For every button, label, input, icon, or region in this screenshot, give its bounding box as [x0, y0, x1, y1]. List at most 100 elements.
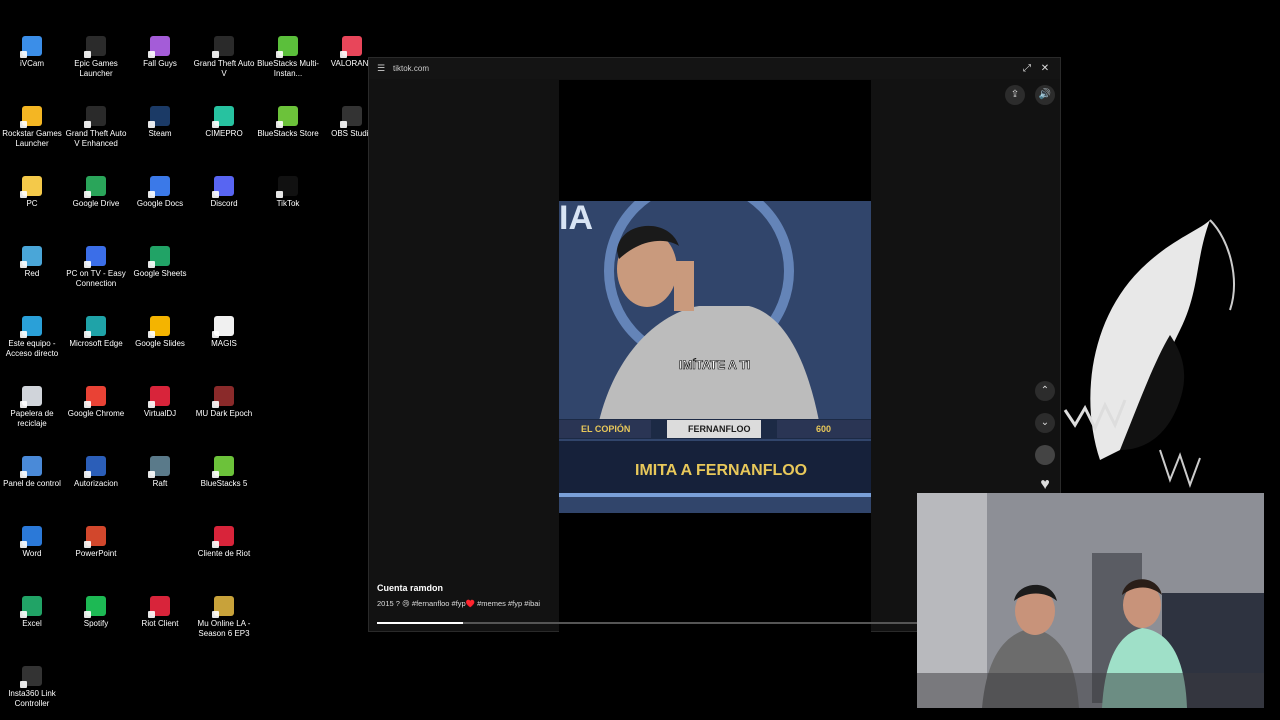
app-icon [84, 176, 106, 198]
desktop-icon-google-chrome[interactable]: Google Chrome [64, 386, 128, 419]
video-progress[interactable] [377, 622, 917, 624]
caption-text: 2015 ? 😢 #fernanfloo #fyp♥️ #memes #fyp … [377, 599, 541, 608]
app-icon [212, 456, 234, 478]
desktop-icon-google-drive[interactable]: Google Drive [64, 176, 128, 209]
desktop-icon-label: Cliente de Riot [197, 549, 251, 558]
desktop-icon-tiktok[interactable]: TikTok [256, 176, 320, 209]
desktop-icon-word[interactable]: Word [0, 526, 64, 559]
desktop-icon-label: Fall Guys [143, 59, 177, 68]
desktop-icon-label: CIMEPRO [205, 129, 243, 138]
app-icon [148, 176, 170, 198]
desktop-icon-riot-client[interactable]: Riot Client [128, 596, 192, 629]
site-settings-icon[interactable]: ☰ [377, 63, 387, 74]
desktop-icon-epic-games-launcher[interactable]: Epic Games Launcher [64, 36, 128, 79]
video-frame: IA EL COPIÓN FERNANFLOO 600 IMITA A FERN… [559, 201, 871, 513]
desktop-icon-label: Este equipo - Acceso directo [5, 339, 59, 358]
desktop-icon-label: Google Docs [136, 199, 184, 208]
desktop-icon-label: BlueStacks Multi-Instan... [257, 59, 319, 78]
share-icon[interactable]: ⇪ [1005, 85, 1025, 105]
desktop-icon-microsoft-edge[interactable]: Microsoft Edge [64, 316, 128, 349]
app-icon [20, 246, 42, 268]
desktop-icon-label: Google Chrome [67, 409, 125, 418]
desktop-icon-pc[interactable]: PC [0, 176, 64, 209]
desktop-icon-ivcam[interactable]: iVCam [0, 36, 64, 69]
caption-username[interactable]: Cuenta ramdon [377, 583, 443, 593]
app-icon [84, 526, 106, 548]
desktop-icon-papelera-de-reciclaje[interactable]: Papelera de reciclaje [0, 386, 64, 429]
desktop-icon-label: Rockstar Games Launcher [2, 129, 62, 148]
window-title: tiktok.com [393, 64, 430, 73]
desktop-icon-google-sheets[interactable]: Google Sheets [128, 246, 192, 279]
desktop-icon-bluestacks-5[interactable]: BlueStacks 5 [192, 456, 256, 489]
video-player[interactable]: IA EL COPIÓN FERNANFLOO 600 IMITA A FERN… [559, 80, 871, 632]
desktop-icon-label: Spotify [83, 619, 109, 628]
app-icon [20, 176, 42, 198]
app-icon [84, 596, 106, 618]
desktop-icon-magis[interactable]: MAGIS [192, 316, 256, 349]
desktop-icon-label: Microsoft Edge [69, 339, 123, 348]
desktop-icon-label: Autorizacion [73, 479, 119, 488]
app-icon [148, 246, 170, 268]
app-icon [212, 106, 234, 128]
desktop-icon-grand-theft-auto-v[interactable]: Grand Theft Auto V [192, 36, 256, 79]
desktop-icon-powerpoint[interactable]: PowerPoint [64, 526, 128, 559]
desktop-icon-discord[interactable]: Discord [192, 176, 256, 209]
video-progress-fill [377, 622, 464, 624]
desktop-icon-label: Raft [152, 479, 168, 488]
app-icon [20, 666, 42, 688]
desktop-icon-panel-de-control[interactable]: Panel de control [0, 456, 64, 489]
desktop-icon-virtualdj[interactable]: VirtualDJ [128, 386, 192, 419]
desktop-icon-steam[interactable]: Steam [128, 106, 192, 139]
app-icon [20, 596, 42, 618]
desktop-icon-label: Excel [22, 619, 42, 628]
desktop-icon-rockstar-games-launcher[interactable]: Rockstar Games Launcher [0, 106, 64, 149]
video-overlay-label: IMÍTATE A TI [679, 357, 750, 372]
desktop-icon-label: Red [24, 269, 40, 278]
avatar[interactable] [1035, 445, 1055, 465]
desktop-icon-este-equipo-acceso-directo[interactable]: Este equipo - Acceso directo [0, 316, 64, 359]
app-icon [84, 316, 106, 338]
desktop-icon-cliente-de-riot[interactable]: Cliente de Riot [192, 526, 256, 559]
desktop-icon-label: Discord [210, 199, 238, 208]
desktop-icon-mu-dark-epoch[interactable]: MU Dark Epoch [192, 386, 256, 419]
app-icon [20, 386, 42, 408]
desktop-icon-autorizacion[interactable]: Autorizacion [64, 456, 128, 489]
app-icon [20, 36, 42, 58]
desktop-icon-label: BlueStacks 5 [200, 479, 248, 488]
desktop-icon-bluestacks-multi-instan[interactable]: BlueStacks Multi-Instan... [256, 36, 320, 79]
question-text: IMITA A FERNANFLOO [635, 462, 807, 479]
like-icon[interactable]: ♥ [1035, 475, 1055, 495]
desktop-icon-red[interactable]: Red [0, 246, 64, 279]
sound-icon[interactable]: 🔊 [1035, 85, 1055, 105]
desktop-icon-label: Google Slides [135, 339, 185, 348]
app-icon [20, 526, 42, 548]
desktop-icon-google-docs[interactable]: Google Docs [128, 176, 192, 209]
desktop-icon-insta360-link-controller[interactable]: Insta360 Link Controller [0, 666, 64, 709]
desktop-icon-spotify[interactable]: Spotify [64, 596, 128, 629]
desktop-icon-label: Grand Theft Auto V Enhanced [65, 129, 127, 148]
close-icon[interactable]: ✕ [1038, 62, 1052, 76]
desktop-icon-label: Word [22, 549, 42, 558]
app-icon [340, 36, 362, 58]
desktop-icon-label: Insta360 Link Controller [8, 689, 56, 708]
desktop-icon-google-slides[interactable]: Google Slides [128, 316, 192, 349]
app-icon [212, 526, 234, 548]
desktop-icon-cimepro[interactable]: CIMEPRO [192, 106, 256, 139]
desktop-icon-bluestacks-store[interactable]: BlueStacks Store [256, 106, 320, 139]
desktop-icon-pc-on-tv-easy-connection[interactable]: PC on TV - Easy Connection [64, 246, 128, 289]
app-icon [212, 386, 234, 408]
chevron-up-icon[interactable]: ⌃ [1035, 381, 1055, 401]
desktop-icon-fall-guys[interactable]: Fall Guys [128, 36, 192, 69]
expand-icon[interactable]: ⤢ [1020, 62, 1034, 76]
desktop-icon-mu-online-la-season-6-ep3[interactable]: Mu Online LA - Season 6 EP3 [192, 596, 256, 639]
app-icon [20, 456, 42, 478]
app-icon [276, 36, 298, 58]
desktop-icon-label: Panel de control [3, 479, 61, 488]
chevron-down-icon[interactable]: ⌄ [1035, 413, 1055, 433]
desktop-icon-excel[interactable]: Excel [0, 596, 64, 629]
desktop-icon-grand-theft-auto-v-enhanced[interactable]: Grand Theft Auto V Enhanced [64, 106, 128, 149]
desktop-icon-label: Google Drive [72, 199, 120, 208]
desktop-icon-raft[interactable]: Raft [128, 456, 192, 489]
desktop-icon-label: BlueStacks Store [257, 129, 319, 138]
app-icon [212, 36, 234, 58]
